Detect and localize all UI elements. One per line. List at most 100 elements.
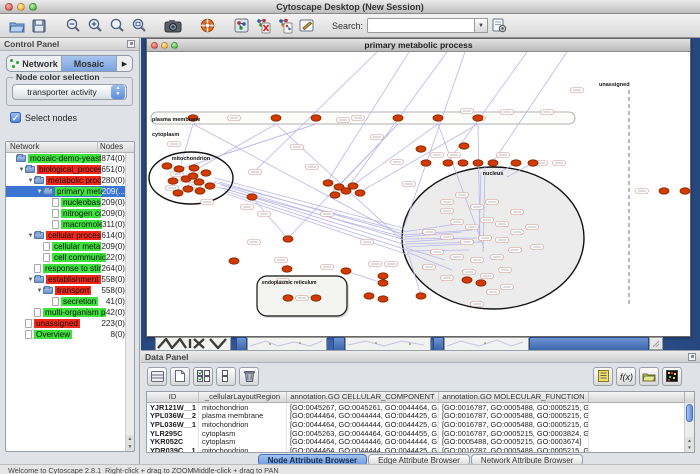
network-node[interactable] [462,277,472,283]
disclosure-triangle-icon[interactable]: ▼ [18,167,25,173]
column-header[interactable]: _cellularLayoutRegion [199,392,287,402]
disclosure-triangle-icon[interactable]: ▼ [36,288,43,294]
function-builder-icon[interactable]: f(x) [616,367,636,386]
network-node[interactable] [433,115,443,121]
float-data-panel-icon[interactable] [688,353,696,361]
table-scrollbar-thumb[interactable] [686,404,693,422]
window-resize-grip[interactable] [649,337,663,350]
network-node[interactable] [476,280,486,286]
tree-row[interactable]: cell communicat22(0) [6,252,134,263]
search-input[interactable] [367,18,475,33]
table-corner-button[interactable] [684,392,694,403]
network-node[interactable] [443,160,453,166]
tree-row[interactable]: ▼establishment of lo558(0) [6,274,134,285]
disclosure-triangle-icon[interactable]: ▼ [27,233,34,239]
float-panel-icon[interactable] [127,40,135,48]
network-node[interactable] [458,160,468,166]
tab-network[interactable]: Network [7,56,62,71]
tree-column-network[interactable]: Network [6,142,98,152]
tree-column-nodes[interactable]: Nodes [98,142,134,152]
network-node[interactable] [311,295,321,301]
network-node[interactable] [282,266,292,272]
unselect-attributes-icon[interactable] [216,367,236,386]
network-node[interactable] [364,293,374,299]
attribute-list-icon[interactable] [593,367,613,386]
table-cell[interactable]: [GO:0016787, GO:0005488, GO:0005215, G..… [439,446,589,453]
network-node[interactable] [378,296,388,302]
select-attributes-icon[interactable] [193,367,213,386]
open-folder-icon[interactable] [6,16,28,36]
tree-scrollbar[interactable]: ▲▼ [125,153,134,451]
new-attribute-icon[interactable] [170,367,190,386]
tree-row[interactable]: nucleobase-209(0) [6,197,134,208]
network-node[interactable] [188,173,198,179]
help-lifesaver-icon[interactable] [196,16,218,36]
background-window-edge[interactable] [236,337,247,350]
zoom-out-icon[interactable] [62,16,84,36]
tree-row[interactable]: ▼transport558(0) [6,285,134,296]
zoom-in-icon[interactable] [84,16,106,36]
tab-mosaic[interactable]: Mosaic [62,56,117,71]
network-node[interactable] [348,183,358,189]
network-node[interactable] [174,166,184,172]
network-node[interactable] [393,115,403,121]
table-row[interactable]: YPL036W__2plasma membrane[GO:0044464, GO… [147,412,694,421]
network-node[interactable] [183,186,193,192]
table-mode-icon[interactable] [147,367,167,386]
tree-row[interactable]: ▼metabolic process280(0) [6,175,134,186]
network-node[interactable] [341,188,351,194]
network-node[interactable] [229,258,239,264]
network-view-window[interactable]: primary metabolic process plasma membran… [146,38,691,337]
network-node[interactable] [459,143,469,149]
tree-row[interactable]: nitrogen compo209(0) [6,208,134,219]
network-canvas[interactable]: plasma membrane cytoplasm mitochondrion … [147,52,690,336]
network-node[interactable] [473,160,483,166]
network-node[interactable] [680,188,690,194]
disclosure-triangle-icon[interactable]: ▼ [36,189,43,195]
network-node[interactable] [323,180,333,186]
network-node[interactable] [311,115,321,121]
table-row[interactable]: YJR121W__1mitochondrion[GO:0045267, GO:0… [147,403,694,412]
network-node[interactable] [378,280,388,286]
network-node[interactable] [659,188,669,194]
background-window[interactable] [247,337,327,350]
column-header[interactable]: annotation.GO CELLULAR_COMPONENT [287,392,439,402]
background-window-edge[interactable] [529,337,649,350]
background-window-edge[interactable] [433,337,444,350]
network-node[interactable] [416,146,426,152]
network-node[interactable] [173,190,183,196]
disclosure-triangle-icon[interactable]: ▼ [27,277,34,283]
network-node[interactable] [205,183,215,189]
table-cell[interactable]: [GO:0044464, GO:0044444, GO:0044425, G..… [287,446,439,453]
tree-row[interactable]: cellular metabo209(0) [6,241,134,252]
network-node[interactable] [189,165,199,171]
nucleus-region[interactable] [402,167,584,309]
table-row[interactable]: YPL036W__1mitochondrion[GO:0044464, GO:0… [147,420,694,429]
network-node[interactable] [201,170,211,176]
zoom-fit-icon[interactable] [128,16,150,36]
network-node[interactable] [247,194,257,200]
snapshot-camera-icon[interactable] [162,16,184,36]
tree-row[interactable]: Overview8(0) [6,329,134,340]
network-node[interactable] [416,293,426,299]
network-node[interactable] [194,179,204,185]
attribute-matrix-icon[interactable] [662,367,682,386]
table-scrollbar[interactable]: ▲▼ [684,403,694,452]
network-node[interactable] [473,115,483,121]
node-color-dropdown[interactable]: transporter activity ▲▼ [12,84,127,100]
table-cell[interactable]: mitochondrion [199,446,287,453]
background-window-edge[interactable] [333,337,345,350]
background-window[interactable] [345,337,431,350]
column-header[interactable]: annotation.GO MOLECULAR_FUNCTION [439,392,589,402]
advanced-search-icon[interactable] [488,16,510,36]
tree-row[interactable]: mosaic-demo-yeast874(0) [6,153,134,164]
table-cell[interactable]: YDR039C__1 [147,446,199,453]
network-window-titlebar[interactable]: primary metabolic process [147,39,690,52]
network-node[interactable] [283,295,293,301]
network-overview-icon[interactable] [230,16,252,36]
background-window[interactable] [155,337,231,350]
tree-row[interactable]: multi-organism pro42(0) [6,307,134,318]
network-node[interactable] [283,236,293,242]
tree-row[interactable]: response to stimul264(0) [6,263,134,274]
destroy-network-icon[interactable] [252,16,274,36]
